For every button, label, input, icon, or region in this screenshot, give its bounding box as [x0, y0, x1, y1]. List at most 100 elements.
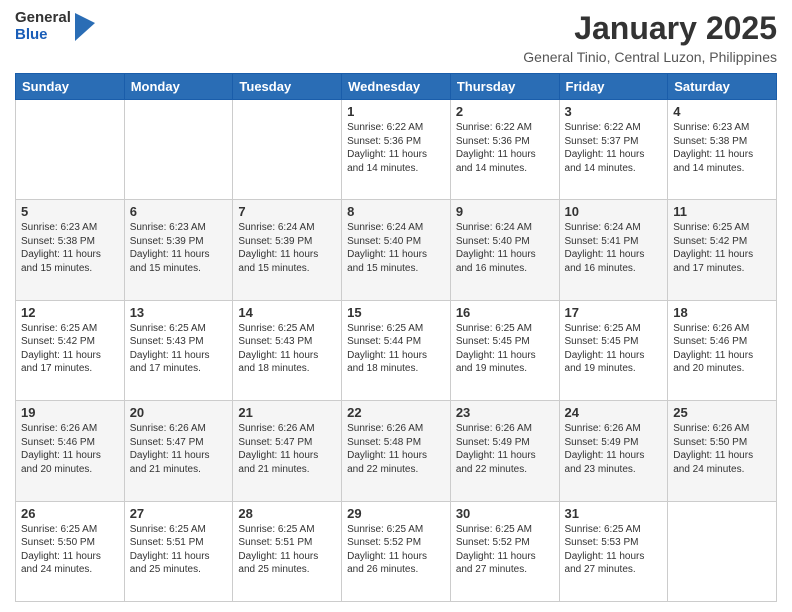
calendar-cell: 2 Sunrise: 6:22 AM Sunset: 5:36 PM Daylig…	[450, 100, 559, 200]
weekday-header-sunday: Sunday	[16, 74, 125, 100]
calendar-cell: 22Sunrise: 6:26 AM Sunset: 5:48 PM Dayli…	[342, 401, 451, 501]
day-number: 20	[130, 405, 228, 420]
day-info: Sunrise: 6:22 AM Sunset: 5:37 PM Dayligh…	[565, 121, 663, 175]
day-number: 21	[238, 405, 336, 420]
calendar-cell: 30 Sunrise: 6:25 AM Sunset: 5:52 PM Dayli…	[450, 501, 559, 601]
day-info: Sunrise: 6:26 AM Sunset: 5:48 PM Dayligh…	[347, 422, 445, 476]
day-info: Sunrise: 6:25 AM Sunset: 5:43 PM Dayligh…	[238, 322, 336, 376]
subtitle: General Tinio, Central Luzon, Philippine…	[523, 49, 777, 65]
title-section: January 2025 General Tinio, Central Luzo…	[523, 10, 777, 65]
day-number: 25	[673, 405, 771, 420]
day-number: 17	[565, 305, 663, 320]
day-number: 11	[673, 204, 771, 219]
calendar-cell: 17 Sunrise: 6:25 AM Sunset: 5:45 PM Dayli…	[559, 300, 668, 400]
logo-blue: Blue	[15, 27, 71, 44]
day-info: Sunrise: 6:26 AM Sunset: 5:47 PM Dayligh…	[238, 422, 336, 476]
calendar-cell: 27 Sunrise: 6:25 AM Sunset: 5:51 PM Dayli…	[124, 501, 233, 601]
day-number: 1	[347, 104, 445, 119]
day-info: Sunrise: 6:25 AM Sunset: 5:52 PM Dayligh…	[456, 523, 554, 577]
weekday-header-monday: Monday	[124, 74, 233, 100]
calendar-cell: 5Sunrise: 6:23 AM Sunset: 5:38 PM Daylig…	[16, 200, 125, 300]
week-row-3: 12 Sunrise: 6:25 AM Sunset: 5:42 PM Dayli…	[16, 300, 777, 400]
day-number: 6	[130, 204, 228, 219]
weekday-header-friday: Friday	[559, 74, 668, 100]
day-info: Sunrise: 6:25 AM Sunset: 5:51 PM Dayligh…	[238, 523, 336, 577]
calendar-cell: 9 Sunrise: 6:24 AM Sunset: 5:40 PM Daylig…	[450, 200, 559, 300]
day-number: 10	[565, 204, 663, 219]
calendar-cell: 15 Sunrise: 6:25 AM Sunset: 5:44 PM Dayli…	[342, 300, 451, 400]
day-info: Sunrise: 6:25 AM Sunset: 5:44 PM Dayligh…	[347, 322, 445, 376]
day-info: Sunrise: 6:25 AM Sunset: 5:45 PM Dayligh…	[456, 322, 554, 376]
day-info: Sunrise: 6:23 AM Sunset: 5:38 PM Dayligh…	[673, 121, 771, 175]
month-title: January 2025	[523, 10, 777, 47]
calendar-cell: 26 Sunrise: 6:25 AM Sunset: 5:50 PM Dayli…	[16, 501, 125, 601]
day-info: Sunrise: 6:26 AM Sunset: 5:50 PM Dayligh…	[673, 422, 771, 476]
weekday-header-saturday: Saturday	[668, 74, 777, 100]
week-row-4: 19 Sunrise: 6:26 AM Sunset: 5:46 PM Dayli…	[16, 401, 777, 501]
calendar-cell: 10 Sunrise: 6:24 AM Sunset: 5:41 PM Dayli…	[559, 200, 668, 300]
day-number: 16	[456, 305, 554, 320]
day-number: 12	[21, 305, 119, 320]
day-info: Sunrise: 6:25 AM Sunset: 5:50 PM Dayligh…	[21, 523, 119, 577]
day-info: Sunrise: 6:26 AM Sunset: 5:49 PM Dayligh…	[565, 422, 663, 476]
calendar-cell: 16 Sunrise: 6:25 AM Sunset: 5:45 PM Dayli…	[450, 300, 559, 400]
day-number: 24	[565, 405, 663, 420]
calendar-cell	[233, 100, 342, 200]
day-number: 23	[456, 405, 554, 420]
day-info: Sunrise: 6:22 AM Sunset: 5:36 PM Dayligh…	[456, 121, 554, 175]
calendar-cell: 31 Sunrise: 6:25 AM Sunset: 5:53 PM Dayli…	[559, 501, 668, 601]
day-number: 19	[21, 405, 119, 420]
calendar-cell: 3Sunrise: 6:22 AM Sunset: 5:37 PM Daylig…	[559, 100, 668, 200]
day-info: Sunrise: 6:25 AM Sunset: 5:45 PM Dayligh…	[565, 322, 663, 376]
day-number: 26	[21, 506, 119, 521]
calendar-cell: 7 Sunrise: 6:24 AM Sunset: 5:39 PM Daylig…	[233, 200, 342, 300]
day-number: 28	[238, 506, 336, 521]
day-number: 13	[130, 305, 228, 320]
day-info: Sunrise: 6:22 AM Sunset: 5:36 PM Dayligh…	[347, 121, 445, 175]
calendar-cell: 13Sunrise: 6:25 AM Sunset: 5:43 PM Dayli…	[124, 300, 233, 400]
calendar-cell: 20Sunrise: 6:26 AM Sunset: 5:47 PM Dayli…	[124, 401, 233, 501]
weekday-header-thursday: Thursday	[450, 74, 559, 100]
day-info: Sunrise: 6:25 AM Sunset: 5:42 PM Dayligh…	[21, 322, 119, 376]
day-number: 9	[456, 204, 554, 219]
calendar-cell: 19 Sunrise: 6:26 AM Sunset: 5:46 PM Dayli…	[16, 401, 125, 501]
day-info: Sunrise: 6:25 AM Sunset: 5:53 PM Dayligh…	[565, 523, 663, 577]
day-number: 8	[347, 204, 445, 219]
day-number: 27	[130, 506, 228, 521]
day-info: Sunrise: 6:25 AM Sunset: 5:42 PM Dayligh…	[673, 221, 771, 275]
calendar-cell	[16, 100, 125, 200]
week-row-1: 1 Sunrise: 6:22 AM Sunset: 5:36 PM Daylig…	[16, 100, 777, 200]
logo-icon	[75, 13, 95, 41]
calendar-cell: 29Sunrise: 6:25 AM Sunset: 5:52 PM Dayli…	[342, 501, 451, 601]
day-info: Sunrise: 6:24 AM Sunset: 5:40 PM Dayligh…	[347, 221, 445, 275]
day-number: 15	[347, 305, 445, 320]
day-number: 29	[347, 506, 445, 521]
day-number: 31	[565, 506, 663, 521]
logo: General Blue	[15, 10, 95, 43]
logo-general: General	[15, 10, 71, 27]
day-number: 7	[238, 204, 336, 219]
day-info: Sunrise: 6:25 AM Sunset: 5:51 PM Dayligh…	[130, 523, 228, 577]
calendar-cell: 6 Sunrise: 6:23 AM Sunset: 5:39 PM Daylig…	[124, 200, 233, 300]
calendar-cell: 8 Sunrise: 6:24 AM Sunset: 5:40 PM Daylig…	[342, 200, 451, 300]
calendar-cell: 14Sunrise: 6:25 AM Sunset: 5:43 PM Dayli…	[233, 300, 342, 400]
calendar-cell: 1 Sunrise: 6:22 AM Sunset: 5:36 PM Daylig…	[342, 100, 451, 200]
calendar-table: SundayMondayTuesdayWednesdayThursdayFrid…	[15, 73, 777, 602]
weekday-header-tuesday: Tuesday	[233, 74, 342, 100]
day-number: 30	[456, 506, 554, 521]
day-number: 4	[673, 104, 771, 119]
day-number: 5	[21, 204, 119, 219]
calendar-cell: 18Sunrise: 6:26 AM Sunset: 5:46 PM Dayli…	[668, 300, 777, 400]
calendar-cell: 21 Sunrise: 6:26 AM Sunset: 5:47 PM Dayli…	[233, 401, 342, 501]
day-number: 2	[456, 104, 554, 119]
day-info: Sunrise: 6:23 AM Sunset: 5:39 PM Dayligh…	[130, 221, 228, 275]
week-row-5: 26 Sunrise: 6:25 AM Sunset: 5:50 PM Dayli…	[16, 501, 777, 601]
weekday-header-row: SundayMondayTuesdayWednesdayThursdayFrid…	[16, 74, 777, 100]
page: General Blue January 2025 General Tinio,…	[0, 0, 792, 612]
day-info: Sunrise: 6:24 AM Sunset: 5:41 PM Dayligh…	[565, 221, 663, 275]
day-info: Sunrise: 6:24 AM Sunset: 5:39 PM Dayligh…	[238, 221, 336, 275]
day-info: Sunrise: 6:26 AM Sunset: 5:46 PM Dayligh…	[21, 422, 119, 476]
day-info: Sunrise: 6:24 AM Sunset: 5:40 PM Dayligh…	[456, 221, 554, 275]
day-number: 18	[673, 305, 771, 320]
day-info: Sunrise: 6:26 AM Sunset: 5:49 PM Dayligh…	[456, 422, 554, 476]
